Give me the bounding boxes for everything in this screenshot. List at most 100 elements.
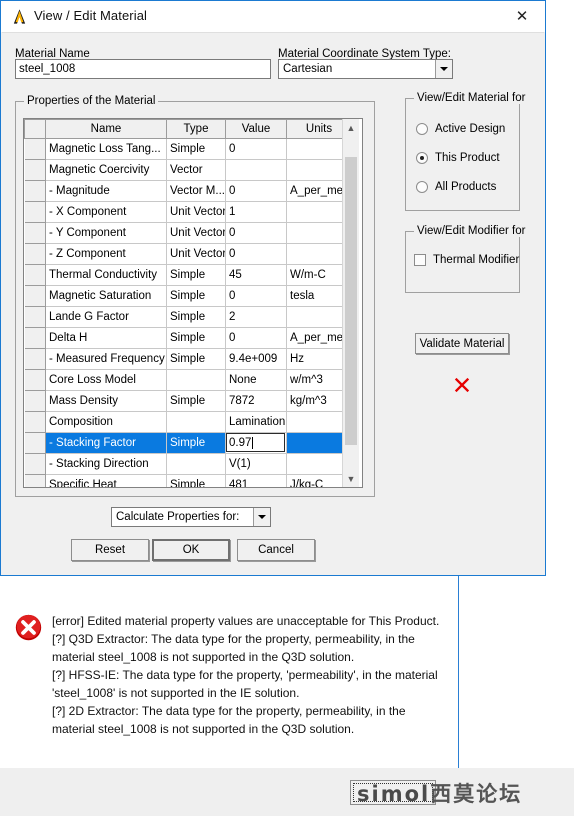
cell-name[interactable]: Magnetic Coercivity	[45, 159, 167, 181]
table-row[interactable]: Composition Lamination	[24, 411, 352, 433]
table-row[interactable]: Magnetic Coercivity Vector	[24, 159, 352, 181]
row-gutter[interactable]	[24, 306, 46, 328]
row-gutter[interactable]	[24, 327, 46, 349]
radio-this-product[interactable]: This Product	[416, 152, 500, 164]
row-gutter[interactable]	[24, 243, 46, 265]
table-row[interactable]: Magnetic Loss Tang... Simple 0	[24, 138, 352, 160]
cell-value[interactable]: 0	[225, 285, 287, 307]
row-gutter[interactable]	[24, 474, 46, 487]
cell-type[interactable]: Simple	[166, 138, 226, 160]
cell-value[interactable]: None	[225, 369, 287, 391]
table-row[interactable]: Specific Heat Simple 481 J/kg-C	[24, 474, 352, 487]
table-row[interactable]: Thermal Conductivity Simple 45 W/m-C	[24, 264, 352, 286]
cell-name[interactable]: Specific Heat	[45, 474, 167, 487]
cell-value[interactable]: 2	[225, 306, 287, 328]
table-row[interactable]: - Measured Frequency Simple 9.4e+009 Hz	[24, 348, 352, 370]
row-gutter[interactable]	[24, 285, 46, 307]
header-type[interactable]: Type	[166, 119, 226, 139]
cell-type[interactable]: Vector M...	[166, 180, 226, 202]
cell-type[interactable]: Simple	[166, 432, 226, 454]
cell-name[interactable]: - Stacking Direction	[45, 453, 167, 475]
cell-value[interactable]: 9.4e+009	[225, 348, 287, 370]
cell-name[interactable]: Thermal Conductivity	[45, 264, 167, 286]
table-row[interactable]: - Stacking Direction V(1)	[24, 453, 352, 475]
cell-name[interactable]: - Measured Frequency	[45, 348, 167, 370]
row-gutter[interactable]	[24, 180, 46, 202]
coordinate-system-select[interactable]: Cartesian	[278, 59, 453, 79]
cell-type[interactable]	[166, 369, 226, 391]
cell-value[interactable]: V(1)	[225, 453, 287, 475]
close-icon[interactable]: ✕	[499, 1, 545, 31]
table-row[interactable]: Core Loss Model None w/m^3	[24, 369, 352, 391]
cell-name[interactable]: - Stacking Factor	[45, 432, 167, 454]
radio-active-design[interactable]: Active Design	[416, 123, 505, 135]
checkbox-thermal-modifier[interactable]: Thermal Modifier	[414, 254, 519, 266]
cell-name[interactable]: Lande G Factor	[45, 306, 167, 328]
radio-all-products[interactable]: All Products	[416, 181, 496, 193]
cell-value[interactable]: 0	[225, 180, 287, 202]
cell-value[interactable]: 0	[225, 222, 287, 244]
cell-name[interactable]: Delta H	[45, 327, 167, 349]
row-gutter[interactable]	[24, 390, 46, 412]
table-row[interactable]: Magnetic Saturation Simple 0 tesla	[24, 285, 352, 307]
reset-button[interactable]: Reset	[71, 539, 149, 561]
cell-type[interactable]: Unit Vector	[166, 222, 226, 244]
scroll-down-icon[interactable]: ▼	[343, 470, 359, 487]
cell-value[interactable]: Lamination	[225, 411, 287, 433]
cell-value[interactable]	[225, 159, 287, 181]
cell-name[interactable]: Core Loss Model	[45, 369, 167, 391]
cell-type[interactable]: Simple	[166, 285, 226, 307]
table-row[interactable]: Mass Density Simple 7872 kg/m^3	[24, 390, 352, 412]
ok-button[interactable]: OK	[152, 539, 230, 561]
cell-type[interactable]: Simple	[166, 264, 226, 286]
properties-table-scrollbar[interactable]: ▲ ▼	[342, 119, 359, 487]
row-gutter[interactable]	[24, 411, 46, 433]
cell-type[interactable]: Simple	[166, 474, 226, 487]
cell-value[interactable]: 7872	[225, 390, 287, 412]
cell-value[interactable]: 0	[225, 243, 287, 265]
cell-value[interactable]: 0	[225, 138, 287, 160]
cell-name[interactable]: - X Component	[45, 201, 167, 223]
table-row[interactable]: - Magnitude Vector M... 0 A_per_me...	[24, 180, 352, 202]
cell-type[interactable]	[166, 411, 226, 433]
row-gutter[interactable]	[24, 201, 46, 223]
cell-type[interactable]	[166, 453, 226, 475]
cell-name[interactable]: Magnetic Loss Tang...	[45, 138, 167, 160]
scrollbar-thumb[interactable]	[345, 157, 357, 445]
cell-type[interactable]: Unit Vector	[166, 201, 226, 223]
cell-name[interactable]: Composition	[45, 411, 167, 433]
table-row[interactable]: Delta H Simple 0 A_per_me...	[24, 327, 352, 349]
table-row[interactable]: - Stacking Factor Simple 0.97	[24, 432, 352, 454]
row-gutter[interactable]	[24, 222, 46, 244]
row-gutter[interactable]	[24, 369, 46, 391]
cell-type[interactable]: Vector	[166, 159, 226, 181]
scroll-up-icon[interactable]: ▲	[343, 119, 359, 136]
table-row[interactable]: Lande G Factor Simple 2	[24, 306, 352, 328]
header-name[interactable]: Name	[45, 119, 167, 139]
table-row[interactable]: - X Component Unit Vector 1	[24, 201, 352, 223]
table-row[interactable]: - Z Component Unit Vector 0	[24, 243, 352, 265]
cell-type[interactable]: Simple	[166, 306, 226, 328]
cancel-button[interactable]: Cancel	[237, 539, 315, 561]
row-gutter[interactable]	[24, 264, 46, 286]
cell-type[interactable]: Simple	[166, 348, 226, 370]
header-value[interactable]: Value	[225, 119, 287, 139]
cell-value[interactable]: 481	[225, 474, 287, 487]
cell-name[interactable]: Mass Density	[45, 390, 167, 412]
table-row[interactable]: - Y Component Unit Vector 0	[24, 222, 352, 244]
chevron-down-icon[interactable]	[435, 60, 452, 78]
validate-material-button[interactable]: Validate Material	[415, 333, 509, 354]
cell-name[interactable]: - Magnitude	[45, 180, 167, 202]
cell-type[interactable]: Simple	[166, 390, 226, 412]
cell-value[interactable]: 1	[225, 201, 287, 223]
cell-name[interactable]: - Y Component	[45, 222, 167, 244]
chevron-down-icon-calculate[interactable]	[253, 508, 270, 526]
calculate-properties-select[interactable]: Calculate Properties for:	[111, 507, 271, 527]
cell-type[interactable]: Simple	[166, 327, 226, 349]
cell-name[interactable]: - Z Component	[45, 243, 167, 265]
row-gutter[interactable]	[24, 138, 46, 160]
cell-name[interactable]: Magnetic Saturation	[45, 285, 167, 307]
row-gutter[interactable]	[24, 348, 46, 370]
material-name-input[interactable]: steel_1008	[15, 59, 271, 79]
row-gutter[interactable]	[24, 432, 46, 454]
